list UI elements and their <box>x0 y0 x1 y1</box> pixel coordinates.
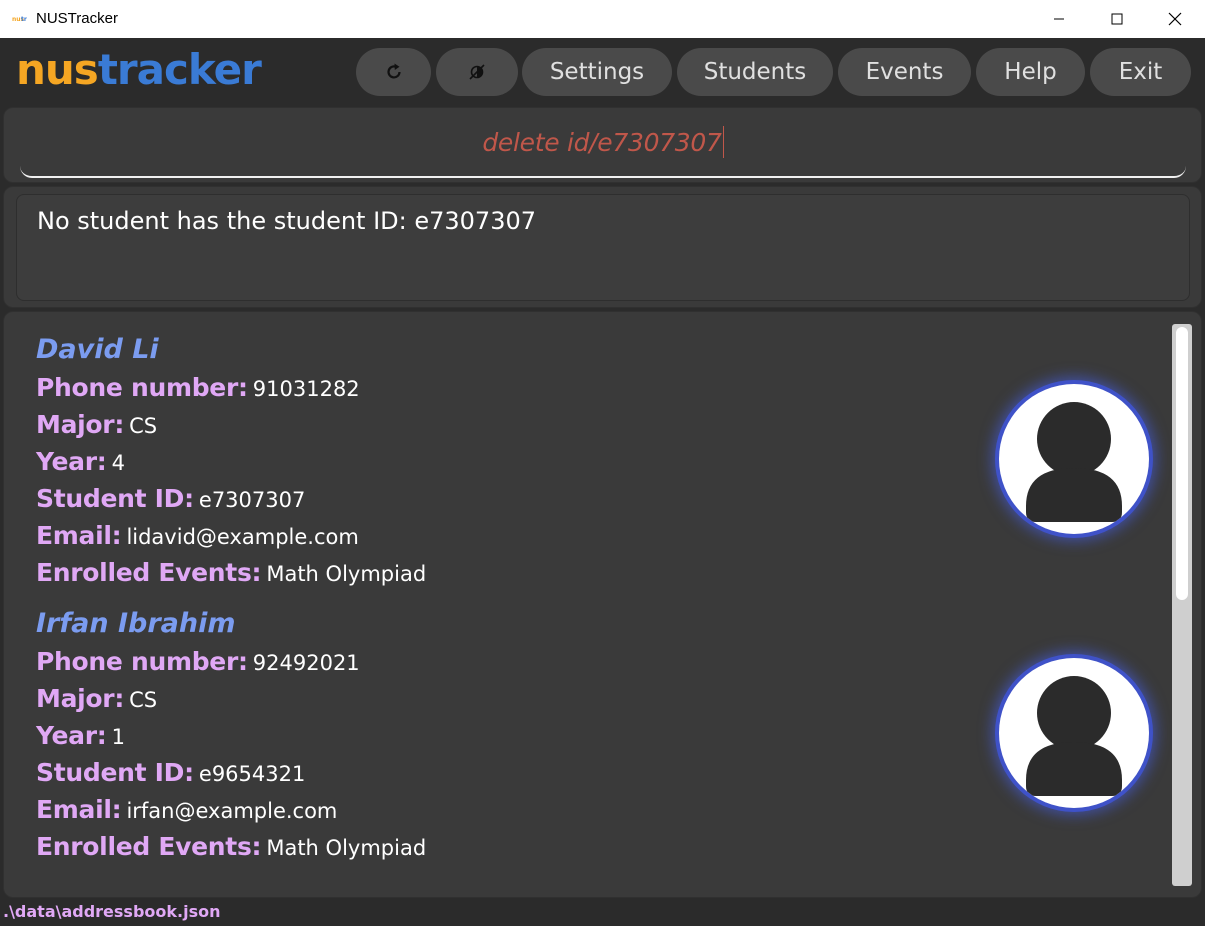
email-value: irfan@example.com <box>126 799 338 823</box>
settings-button[interactable]: Settings <box>522 48 672 96</box>
events-label: Enrolled Events: <box>36 558 262 587</box>
email-label: Email: <box>36 795 122 824</box>
scrollbar[interactable] <box>1172 324 1192 886</box>
events-value: Math Olympiad <box>266 562 427 586</box>
text-caret <box>722 126 724 158</box>
close-icon <box>1168 12 1182 26</box>
refresh-icon <box>386 63 401 79</box>
phone-value: 92492021 <box>252 651 360 675</box>
command-box-panel: delete id/e7307307 <box>3 107 1202 183</box>
events-button[interactable]: Events <box>838 48 971 96</box>
user-avatar-icon <box>1026 676 1122 796</box>
help-button[interactable]: Help <box>976 48 1085 96</box>
major-value: CS <box>129 414 158 438</box>
student-id-value: e9654321 <box>198 762 306 786</box>
result-message: No student has the student ID: e7307307 <box>37 207 537 235</box>
year-row: Year: 4 <box>36 447 125 481</box>
events-row: Enrolled Events: Math Olympiad <box>36 558 426 592</box>
svg-text:tr: tr <box>21 16 27 23</box>
status-bar: .\data\addressbook.json <box>0 900 1205 926</box>
student-id-row: Student ID: e7307307 <box>36 484 305 518</box>
avatar <box>999 384 1149 534</box>
phone-row: Phone number: 91031282 <box>36 373 360 407</box>
result-display-panel: No student has the student ID: e7307307 <box>3 186 1202 308</box>
year-row: Year: 1 <box>36 721 125 755</box>
student-id-label: Student ID: <box>36 484 194 513</box>
email-value: lidavid@example.com <box>126 525 359 549</box>
events-value: Math Olympiad <box>266 836 427 860</box>
phone-value: 91031282 <box>252 377 360 401</box>
phone-label: Phone number: <box>36 373 248 402</box>
app-root: nustracker Settings Students Events Help… <box>0 38 1205 926</box>
student-id-value: e7307307 <box>198 488 306 512</box>
app-logo: nustracker <box>16 44 262 96</box>
year-value: 1 <box>111 725 125 749</box>
major-row: Major: CS <box>36 684 157 718</box>
minimize-icon <box>1054 18 1064 20</box>
refresh-button[interactable] <box>356 48 431 96</box>
email-row: Email: irfan@example.com <box>36 795 337 829</box>
student-id-row: Student ID: e9654321 <box>36 758 305 792</box>
major-label: Major: <box>36 684 125 713</box>
major-value: CS <box>129 688 158 712</box>
scrollbar-thumb[interactable] <box>1176 327 1188 600</box>
major-row: Major: CS <box>36 410 157 444</box>
command-text: delete id/e7307307 <box>482 127 722 157</box>
email-label: Email: <box>36 521 122 550</box>
student-list-panel[interactable]: David Li Phone number: 91031282 Major: C… <box>3 311 1202 898</box>
result-display: No student has the student ID: e7307307 <box>16 194 1190 301</box>
user-avatar-icon <box>1026 402 1122 522</box>
student-name: Irfan Ibrahim <box>36 608 236 639</box>
email-row: Email: lidavid@example.com <box>36 521 359 555</box>
minimize-button[interactable] <box>1030 0 1088 38</box>
maximize-icon <box>1111 13 1123 25</box>
students-button[interactable]: Students <box>677 48 833 96</box>
logo-part-nus: nus <box>16 45 99 94</box>
close-button[interactable] <box>1146 0 1204 38</box>
window-title: NUSTracker <box>36 10 118 27</box>
nustracker-app-icon: nus tr <box>12 15 30 23</box>
exit-button[interactable]: Exit <box>1090 48 1191 96</box>
year-value: 4 <box>111 451 125 475</box>
student-card[interactable]: Irfan Ibrahim Phone number: 92492021 Maj… <box>4 608 1164 880</box>
phone-row: Phone number: 92492021 <box>36 647 360 681</box>
year-label: Year: <box>36 447 107 476</box>
student-card[interactable]: David Li Phone number: 91031282 Major: C… <box>4 334 1164 606</box>
window-titlebar: nus tr NUSTracker <box>0 0 1205 39</box>
command-input[interactable]: delete id/e7307307 <box>20 108 1186 178</box>
maximize-button[interactable] <box>1088 0 1146 38</box>
phone-label: Phone number: <box>36 647 248 676</box>
theme-toggle-button[interactable] <box>436 48 518 96</box>
theme-toggle-icon <box>469 64 485 80</box>
year-label: Year: <box>36 721 107 750</box>
student-name: David Li <box>36 334 159 365</box>
events-row: Enrolled Events: Math Olympiad <box>36 832 426 866</box>
avatar <box>999 658 1149 808</box>
student-id-label: Student ID: <box>36 758 194 787</box>
major-label: Major: <box>36 410 125 439</box>
save-file-path: .\data\addressbook.json <box>3 902 221 921</box>
events-label: Enrolled Events: <box>36 832 262 861</box>
logo-part-tracker: tracker <box>97 45 262 94</box>
